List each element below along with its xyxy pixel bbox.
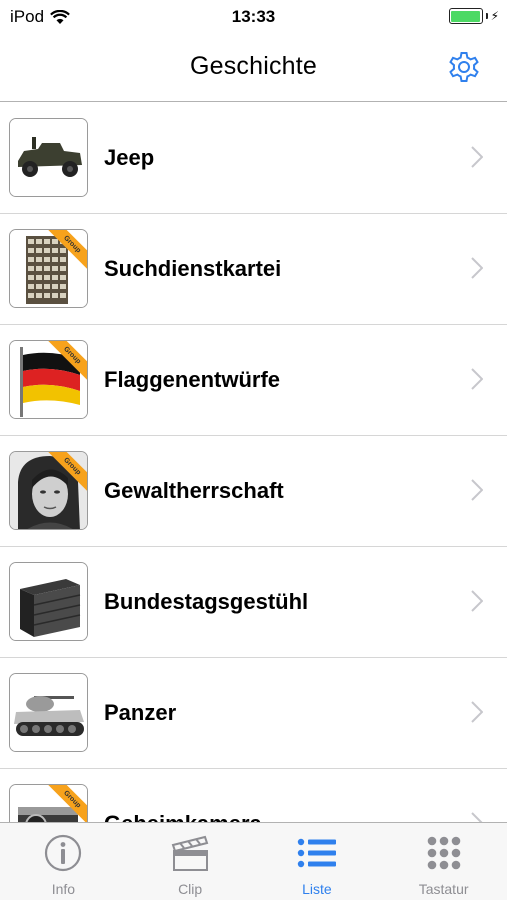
list-item-panzer[interactable]: Panzer xyxy=(0,658,507,769)
list-item-geheimkamera[interactable]: Group Geheimkamera xyxy=(0,769,507,822)
keypad-icon xyxy=(422,833,466,873)
flag-thumbnail: Group xyxy=(9,340,88,419)
list-item-label: Panzer xyxy=(104,700,177,725)
chairs-thumbnail xyxy=(9,562,88,641)
list-item-flaggenentwuerfe[interactable]: Group Flaggenentwürfe xyxy=(0,325,507,436)
tab-bar: Info Clip Liste Tastatur xyxy=(0,822,507,900)
gear-icon xyxy=(449,52,479,82)
info-icon xyxy=(41,833,85,873)
jeep-thumbnail xyxy=(9,118,88,197)
tab-tastatur[interactable]: Tastatur xyxy=(380,823,507,900)
navigation-bar: Geschichte xyxy=(0,34,507,102)
list-item-bundestagsgestuehl[interactable]: Bundestagsgestühl xyxy=(0,547,507,658)
battery-cap xyxy=(485,13,488,19)
list-item-suchdienstkartei[interactable]: Group Suchdienstkartei xyxy=(0,214,507,325)
clapperboard-icon xyxy=(168,833,212,873)
tab-clip[interactable]: Clip xyxy=(127,823,254,900)
tab-liste[interactable]: Liste xyxy=(254,823,381,900)
chevron-right-icon xyxy=(471,368,483,390)
tab-label: Info xyxy=(51,881,76,897)
tank-thumbnail xyxy=(9,673,88,752)
list-item-label: Bundestagsgestühl xyxy=(104,589,309,614)
list-item-label: Gewaltherrschaft xyxy=(104,478,284,503)
list-item-label: Geheimkamera xyxy=(104,811,262,822)
settings-button[interactable] xyxy=(445,48,483,86)
chevron-right-icon xyxy=(471,701,483,723)
portrait-thumbnail: Group xyxy=(9,451,88,530)
list-item-label: Jeep xyxy=(104,145,155,170)
status-bar: iPod 13:33 ⚡ xyxy=(0,0,507,34)
tab-label: Liste xyxy=(302,881,332,897)
list-item-label: Suchdienstkartei xyxy=(104,256,282,281)
camera-thumbnail: Group xyxy=(9,784,88,822)
list-icon xyxy=(295,833,339,873)
item-list: Jeep Group Suchdienstkartei Group Flagge… xyxy=(0,103,507,822)
battery-icon xyxy=(448,8,483,24)
card-index-thumbnail: Group xyxy=(9,229,88,308)
chevron-right-icon xyxy=(471,479,483,501)
status-time: 13:33 xyxy=(231,7,276,26)
status-right: ⚡ xyxy=(448,8,499,24)
tab-label: Tastatur xyxy=(418,881,469,897)
list-item-gewaltherrschaft[interactable]: Group Gewaltherrschaft xyxy=(0,436,507,547)
charging-icon: ⚡ xyxy=(490,9,499,23)
tab-label: Clip xyxy=(178,881,203,897)
chevron-right-icon xyxy=(471,812,483,822)
list-item-jeep[interactable]: Jeep xyxy=(0,103,507,214)
page-title: Geschichte xyxy=(189,52,318,80)
chevron-right-icon xyxy=(471,146,483,168)
tab-info[interactable]: Info xyxy=(0,823,127,900)
list-item-label: Flaggenentwürfe xyxy=(104,367,281,392)
chevron-right-icon xyxy=(471,590,483,612)
chevron-right-icon xyxy=(471,257,483,279)
